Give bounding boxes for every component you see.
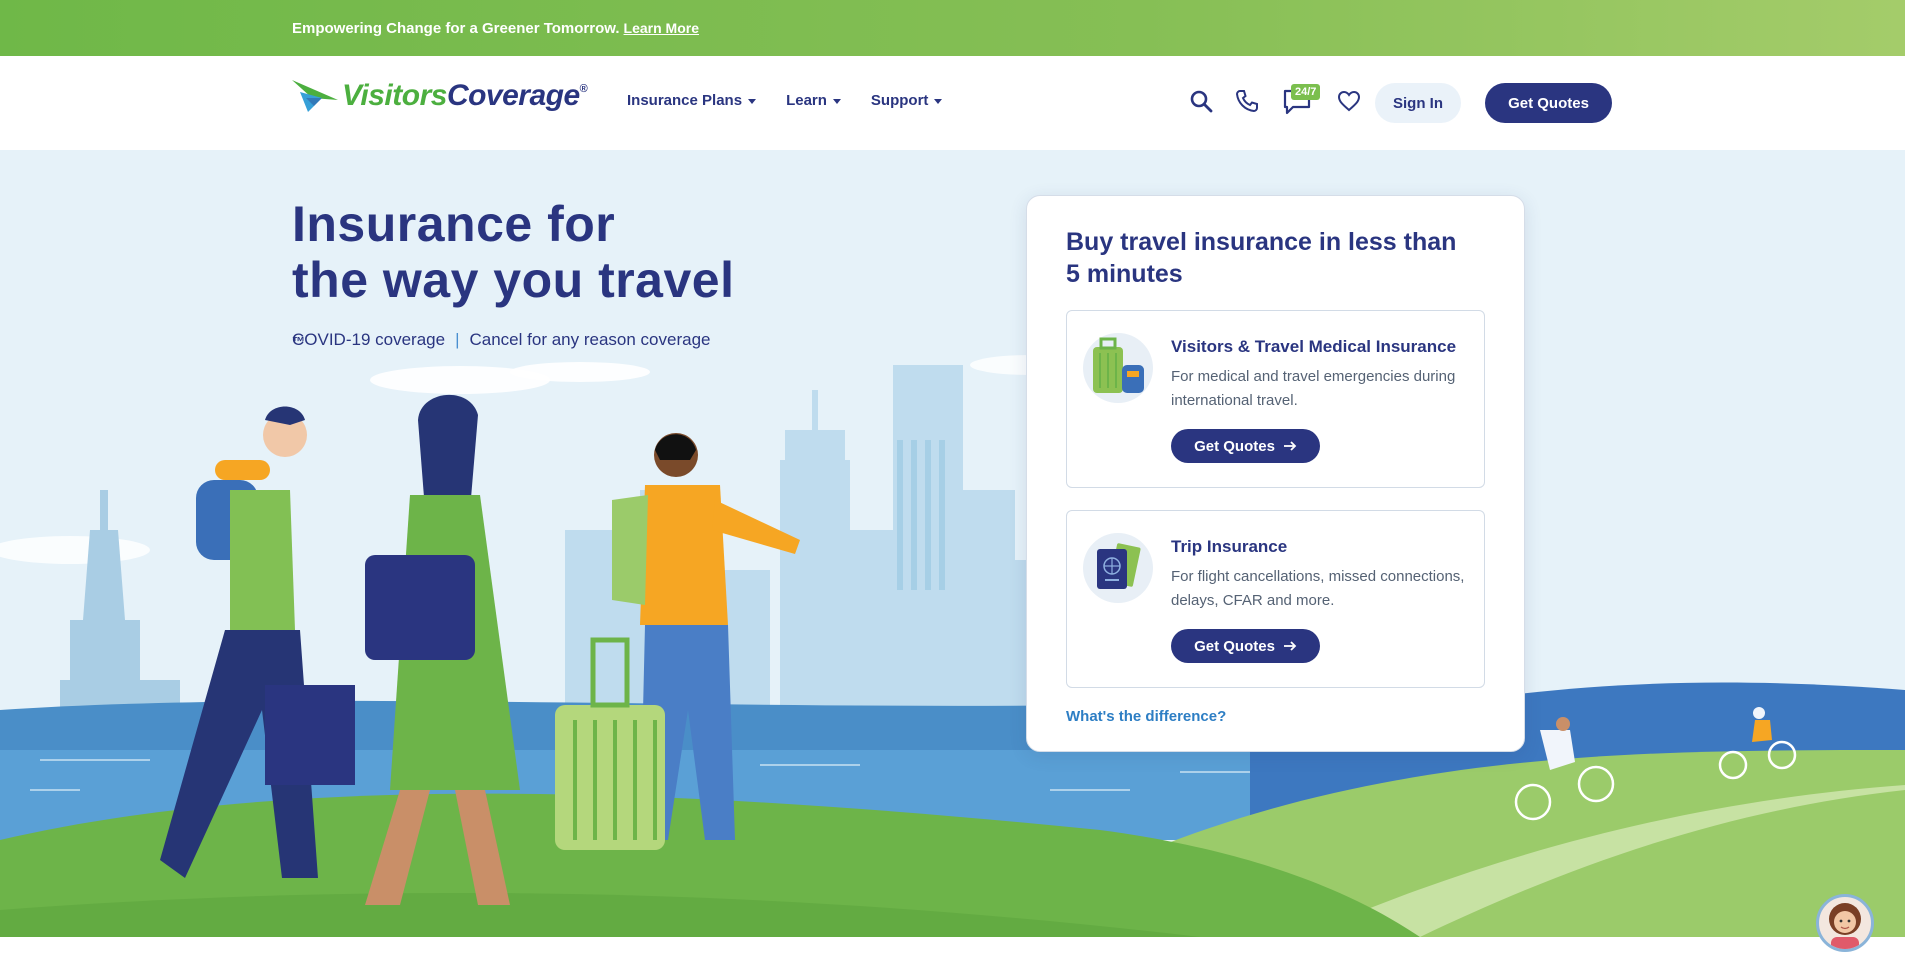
caret-down-icon (934, 99, 943, 104)
chat-assistant-avatar[interactable] (1816, 894, 1874, 952)
arrow-right-icon (1283, 641, 1297, 651)
caret-down-icon (748, 99, 757, 104)
main-nav: Insurance Plans Learn Support (627, 92, 943, 109)
covid-coverage-text: COVID-19 coverage (292, 330, 446, 349)
search-icon[interactable] (1186, 86, 1216, 116)
visitors-get-quotes-button[interactable]: Get Quotes (1171, 429, 1320, 463)
passport-icon (1083, 533, 1153, 603)
heart-icon[interactable] (1334, 86, 1364, 116)
whats-the-difference-link[interactable]: What's the difference? (1066, 708, 1226, 725)
product-name: Visitors & Travel Medical Insurance (1171, 337, 1457, 356)
cfar-coverage-text: Cancel for any reason coverage (469, 330, 711, 349)
chat-badge: 24/7 (1291, 84, 1321, 100)
phone-icon[interactable] (1232, 86, 1262, 116)
logo-mark-icon (292, 80, 338, 112)
hero-title-line2: the way you travel (292, 252, 735, 308)
product-name: Trip Insurance (1171, 537, 1288, 556)
product-description: For flight cancellations, missed connect… (1171, 568, 1465, 609)
hero-illustration (0, 355, 1905, 937)
arrow-right-icon (1283, 441, 1297, 451)
luggage-icon (1083, 333, 1153, 403)
header-icons: 24/7 (1186, 84, 1364, 116)
learn-more-link[interactable]: Learn More (624, 20, 699, 36)
card-title: Buy travel insurance in less than 5 minu… (1066, 228, 1457, 288)
caret-down-icon (832, 99, 841, 104)
nav-support[interactable]: Support (871, 92, 943, 109)
nav-learn[interactable]: Learn (786, 92, 841, 109)
hero-subtitle: COVID-19 coverage | Cancel for any reaso… (292, 330, 710, 350)
logo-text: VisitorsCoverage® (342, 79, 588, 112)
site-logo[interactable]: VisitorsCoverage® (292, 78, 588, 114)
site-header: VisitorsCoverage® Insurance Plans Learn … (0, 56, 1905, 150)
top-banner: Empowering Change for a Greener Tomorrow… (0, 0, 1905, 56)
banner-text: Empowering Change for a Greener Tomorrow… (292, 19, 620, 37)
product-description: For medical and travel emergencies durin… (1171, 368, 1456, 409)
trip-get-quotes-button[interactable]: Get Quotes (1171, 629, 1320, 663)
sign-in-button[interactable]: Sign In (1375, 83, 1461, 123)
hero-section: Insurance for the way you travel ™ COVID-… (0, 150, 1905, 937)
header-get-quotes-button[interactable]: Get Quotes (1485, 83, 1612, 123)
product-visitors-medical: Visitors & Travel Medical Insurance For … (1066, 310, 1485, 488)
product-trip-insurance: Trip Insurance For flight cancellations,… (1066, 510, 1485, 688)
quote-card: Buy travel insurance in less than 5 minu… (1026, 195, 1525, 752)
separator: | (455, 330, 460, 349)
nav-insurance-plans[interactable]: Insurance Plans (627, 92, 757, 109)
